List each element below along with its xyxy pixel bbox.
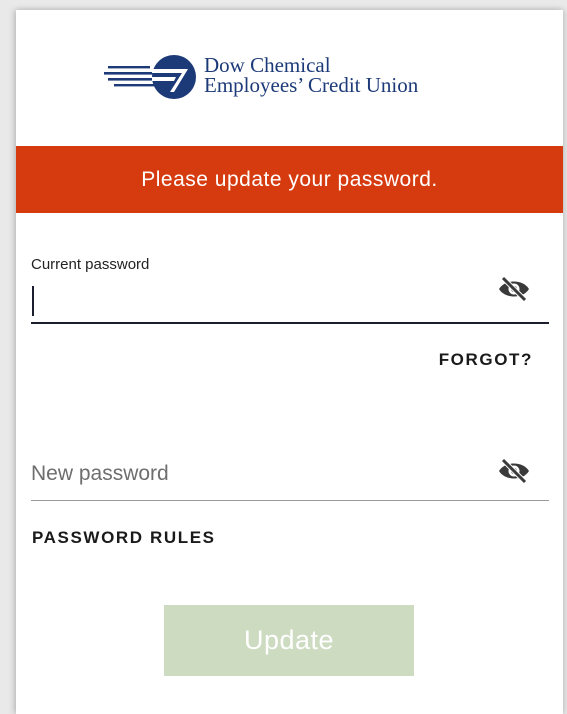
- new-password-field[interactable]: New password: [31, 440, 549, 501]
- brand-line-1: Dow Chemical: [204, 53, 331, 77]
- brand-logo: Dow Chemical Employees’ Credit Union: [104, 52, 484, 102]
- update-button[interactable]: Update: [164, 605, 414, 676]
- update-password-banner: Please update your password.: [16, 146, 563, 213]
- login-card: Dow Chemical Employees’ Credit Union Ple…: [16, 10, 563, 714]
- credit-union-emblem-icon: [104, 55, 196, 99]
- eye-off-icon[interactable]: [497, 276, 531, 302]
- current-password-field[interactable]: Current password: [31, 256, 549, 324]
- eye-off-icon[interactable]: [497, 458, 531, 484]
- password-rules-link[interactable]: PASSWORD RULES: [32, 528, 216, 548]
- brand-line-2: Employees’ Credit Union: [204, 73, 419, 97]
- current-password-label: Current password: [31, 256, 150, 273]
- brand-name: Dow Chemical Employees’ Credit Union: [204, 53, 419, 97]
- text-cursor: [32, 286, 34, 316]
- new-password-placeholder: New password: [31, 462, 169, 485]
- forgot-password-link[interactable]: FORGOT?: [439, 350, 533, 370]
- banner-message: Please update your password.: [141, 167, 438, 191]
